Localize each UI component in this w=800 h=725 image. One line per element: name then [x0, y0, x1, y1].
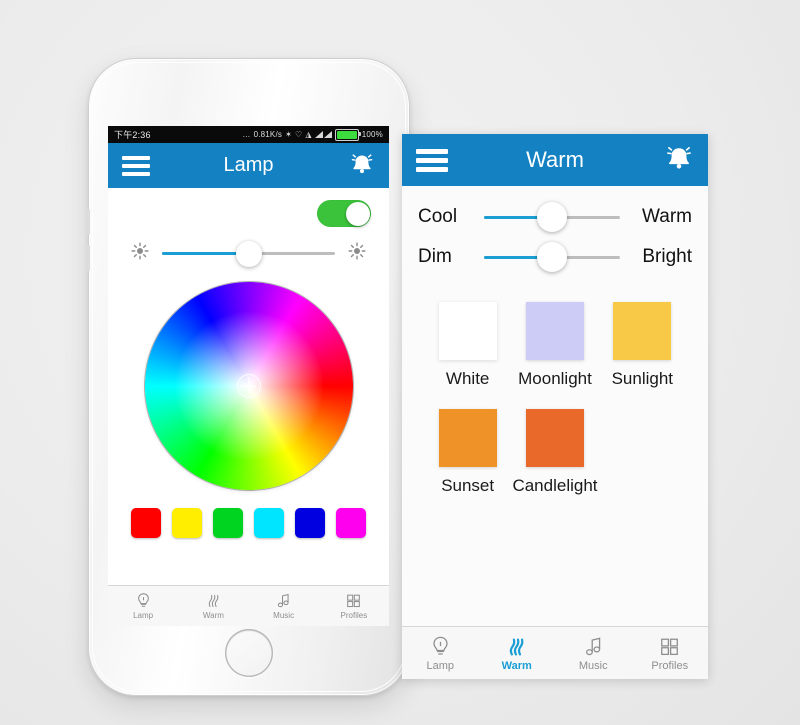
swatch-blue[interactable] — [295, 508, 325, 538]
status-dots: … — [242, 129, 251, 139]
tab-warm[interactable]: Warm — [178, 586, 248, 626]
cool-warm-slider-track[interactable] — [484, 202, 620, 232]
slider-label-warm: Warm — [642, 206, 692, 227]
preset-candlelight[interactable]: Candlelight — [511, 409, 598, 496]
preset-label-sunlight: Sunlight — [611, 369, 674, 388]
preset-row-1: White Moonlight Sunlight — [402, 284, 708, 389]
color-picker-handle[interactable] — [236, 374, 261, 398]
wifi-icon: ◮ — [305, 129, 312, 139]
hamburger-menu-icon[interactable] — [416, 148, 448, 172]
network-speed: 0.81K/s — [253, 129, 283, 139]
tab-label-profiles: Profiles — [340, 611, 368, 620]
swatch-magenta[interactable] — [336, 508, 366, 538]
brightness-low-icon — [130, 241, 150, 266]
preset-label-white: White — [445, 369, 490, 388]
lamp-screen: 下午2:36 … 0.81K/s ✶ ♡ ◮ 100% Lamp Lamp Wa… — [108, 126, 389, 626]
dim-bright-slider-track[interactable] — [484, 242, 620, 272]
dim-bright-slider-row: Dim Bright — [402, 228, 708, 272]
color-wheel-area — [108, 282, 389, 490]
preset-grid: White Moonlight Sunlight Sunset Candleli… — [402, 268, 708, 496]
cool-warm-slider-thumb[interactable] — [537, 202, 567, 232]
status-bar: 下午2:36 … 0.81K/s ✶ ♡ ◮ 100% — [108, 126, 389, 143]
tab-label-lamp: Lamp — [426, 659, 455, 672]
color-swatch-strip — [108, 508, 389, 538]
signal-bars-icon — [314, 131, 332, 138]
tab-warm[interactable]: Warm — [479, 627, 556, 679]
brightness-slider-track[interactable] — [162, 240, 335, 267]
preset-sunlight[interactable]: Sunlight — [599, 302, 686, 389]
power-toggle[interactable] — [317, 200, 371, 227]
swatch-red[interactable] — [131, 508, 161, 538]
swatch-cyan[interactable] — [254, 508, 284, 538]
hamburger-menu-icon[interactable] — [122, 155, 150, 176]
swatch-yellow[interactable] — [172, 508, 202, 538]
warm-screen: Warm Cool Warm Dim Bright White Moonligh… — [402, 134, 708, 679]
cool-warm-slider-row: Cool Warm — [402, 186, 708, 232]
preset-chip-sunset — [438, 409, 497, 467]
preset-label-candlelight: Candlelight — [512, 476, 598, 495]
swatch-green[interactable] — [213, 508, 243, 538]
tab-lamp[interactable]: Lamp — [108, 586, 178, 626]
tab-music[interactable]: Music — [249, 586, 319, 626]
tab-profiles[interactable]: Profiles — [319, 586, 389, 626]
tab-label-music: Music — [273, 611, 295, 620]
brightness-slider-thumb[interactable] — [235, 240, 262, 267]
preset-label-moonlight: Moonlight — [518, 369, 592, 388]
battery-icon — [334, 128, 361, 141]
tab-label-profiles: Profiles — [651, 659, 689, 672]
brightness-slider-row — [108, 227, 389, 267]
tab-label-lamp: Lamp — [133, 611, 154, 620]
color-wheel[interactable] — [144, 282, 353, 490]
volume-down-button[interactable] — [87, 245, 90, 271]
brightness-high-icon — [347, 241, 367, 266]
preset-chip-candlelight — [525, 409, 584, 467]
preset-sunset[interactable]: Sunset — [424, 409, 511, 496]
tab-music[interactable]: Music — [555, 627, 632, 679]
tab-profiles[interactable]: Profiles — [632, 627, 709, 679]
preset-label-sunset: Sunset — [441, 476, 495, 495]
tab-label-warm: Warm — [501, 659, 532, 672]
preset-empty-slot — [599, 409, 686, 496]
bottom-tab-bar: Lamp Warm Music Profiles — [108, 585, 389, 626]
tab-lamp[interactable]: Lamp — [402, 627, 479, 679]
preset-row-2: Sunset Candlelight — [402, 389, 708, 496]
shield-icon: ♡ — [295, 129, 303, 139]
slider-label-dim: Dim — [418, 246, 452, 267]
warm-app-header: Warm — [402, 134, 708, 186]
power-toggle-row — [108, 188, 389, 227]
home-button[interactable] — [225, 629, 273, 677]
preset-moonlight[interactable]: Moonlight — [511, 302, 598, 389]
page-title: Lamp — [223, 154, 274, 176]
battery-percent: 100% — [361, 129, 383, 139]
status-bar-time: 下午2:36 — [114, 130, 151, 140]
toggle-knob — [345, 201, 370, 226]
preset-chip-white — [438, 302, 497, 360]
preset-white[interactable]: White — [424, 302, 511, 389]
bluetooth-icon: ✶ — [285, 129, 292, 139]
preset-chip-moonlight — [525, 302, 584, 360]
bottom-tab-bar: Lamp Warm Music Profiles — [402, 626, 708, 679]
bell-icon[interactable] — [349, 151, 375, 180]
bell-icon[interactable] — [664, 144, 694, 177]
lamp-app-header: Lamp — [108, 143, 389, 188]
slider-label-bright: Bright — [642, 246, 692, 267]
dim-bright-slider-thumb[interactable] — [537, 242, 567, 272]
preset-chip-sunlight — [613, 302, 672, 360]
volume-up-button[interactable] — [87, 209, 90, 235]
slider-label-cool: Cool — [418, 206, 458, 227]
tab-label-music: Music — [578, 659, 608, 672]
tab-label-warm: Warm — [202, 611, 224, 620]
